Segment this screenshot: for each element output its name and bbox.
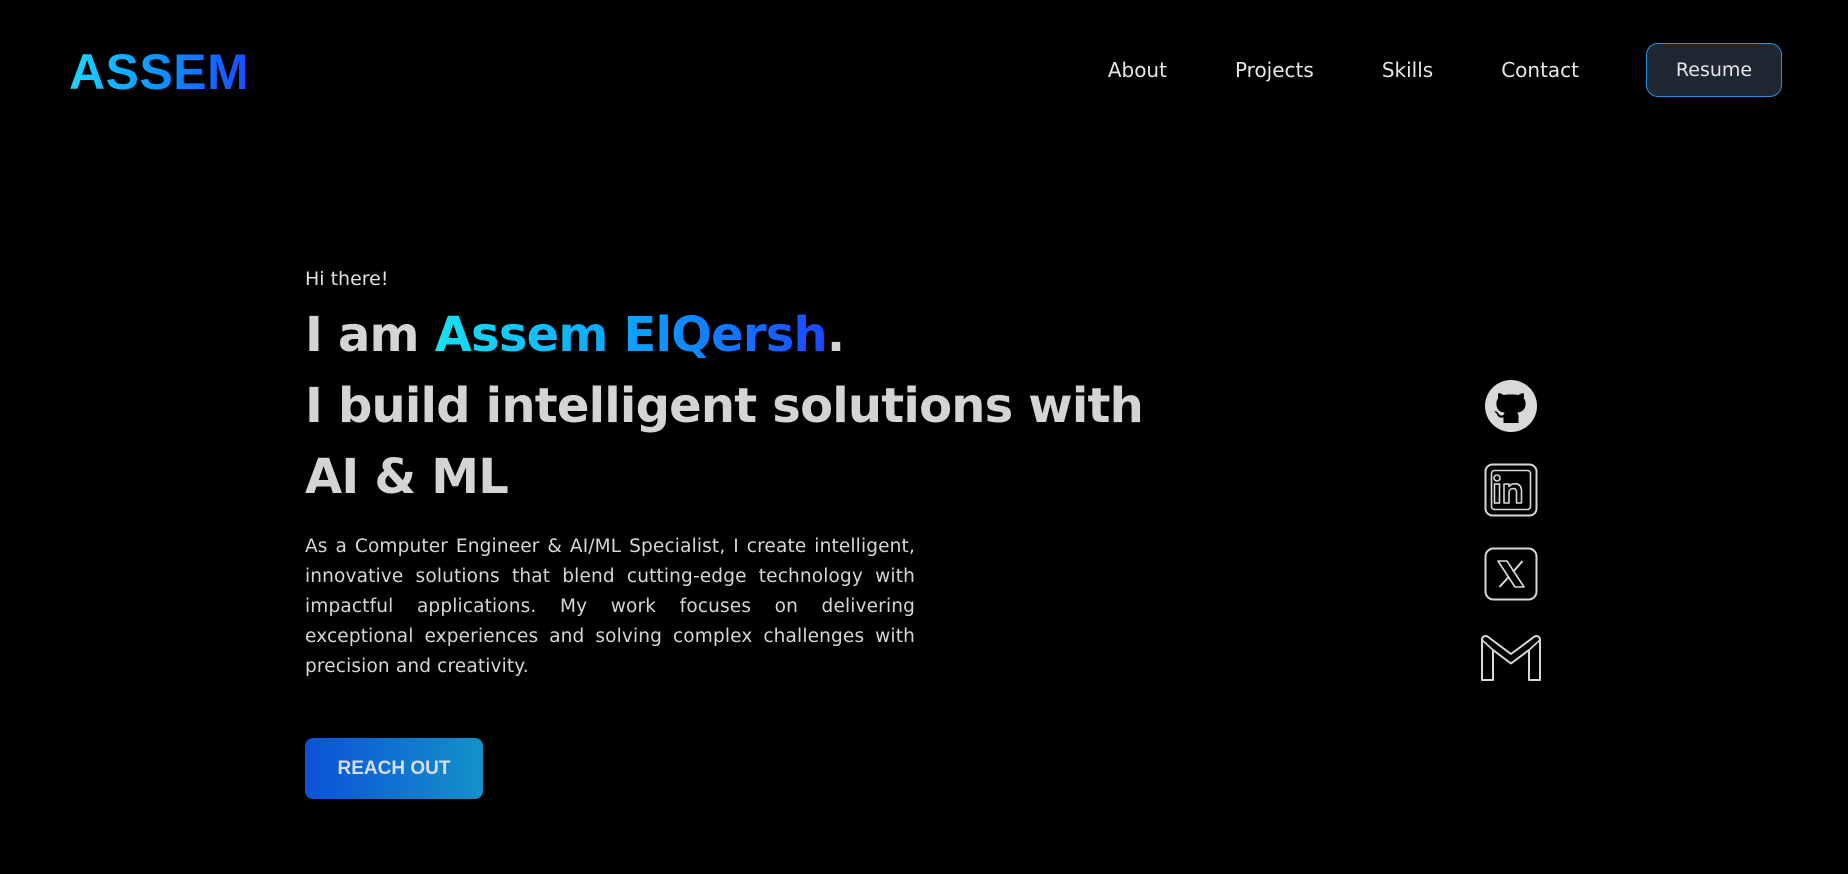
nav-link-contact[interactable]: Contact xyxy=(1501,58,1579,82)
headline-prefix: I am xyxy=(305,307,435,363)
hero-headline: I am Assem ElQersh. I build intelligent … xyxy=(305,300,1144,513)
headline-line-2: I build intelligent solutions with xyxy=(305,378,1144,434)
github-link[interactable] xyxy=(1478,378,1544,434)
main-nav: About Projects Skills Contact Resume xyxy=(1108,43,1782,97)
nav-link-about[interactable]: About xyxy=(1108,58,1167,82)
portfolio-page: ASSEM About Projects Skills Contact Resu… xyxy=(0,0,1848,874)
github-icon xyxy=(1485,380,1537,432)
hero-intro: As a Computer Engineer & AI/ML Specialis… xyxy=(305,536,915,677)
linkedin-icon xyxy=(1484,463,1538,517)
headline-suffix: . xyxy=(826,307,845,363)
reach-out-button[interactable]: REACH OUT xyxy=(305,738,483,799)
site-logo[interactable]: ASSEM xyxy=(69,44,249,100)
hero-greeting: Hi there! xyxy=(305,268,389,290)
gmail-icon xyxy=(1481,634,1541,681)
x-icon xyxy=(1484,547,1538,601)
hero-name: Assem ElQersh xyxy=(434,307,828,363)
gmail-link[interactable] xyxy=(1478,630,1544,686)
nav-link-projects[interactable]: Projects xyxy=(1235,58,1314,82)
resume-button[interactable]: Resume xyxy=(1646,43,1782,97)
headline-line-3: AI & ML xyxy=(305,449,509,505)
linkedin-link[interactable] xyxy=(1478,462,1544,518)
headline-line-1: I am Assem ElQersh. xyxy=(305,300,1125,371)
x-link[interactable] xyxy=(1478,546,1544,602)
nav-link-skills[interactable]: Skills xyxy=(1382,58,1433,82)
